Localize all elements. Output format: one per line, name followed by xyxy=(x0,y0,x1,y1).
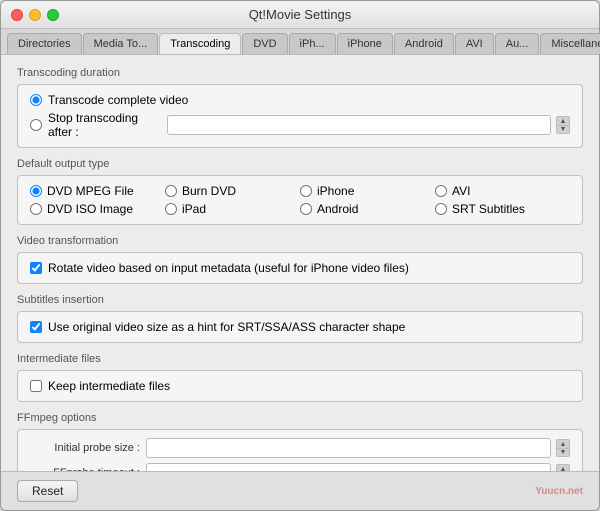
section-label-video-transform: Video transformation xyxy=(17,235,583,247)
tab-transcoding[interactable]: Transcoding xyxy=(159,33,241,54)
tab-dvd[interactable]: DVD xyxy=(242,33,287,54)
duration-box: Transcode complete video Stop transcodin… xyxy=(17,84,583,148)
rotate-video-row: Rotate video based on input metadata (us… xyxy=(30,261,570,275)
transcode-complete-radio[interactable] xyxy=(30,94,42,106)
radio-dvd-mpeg[interactable] xyxy=(30,185,42,197)
subtitles-hint-checkbox[interactable] xyxy=(30,321,42,333)
rotate-video-label: Rotate video based on input metadata (us… xyxy=(48,261,409,275)
ffprobe-timeout-input[interactable]: 40 seconds xyxy=(146,463,551,471)
section-label-intermediate: Intermediate files xyxy=(17,353,583,365)
content-area: Transcoding duration Transcode complete … xyxy=(1,55,599,471)
stop-spinbox: ▲ ▼ xyxy=(556,116,570,134)
output-dvd-iso: DVD ISO Image xyxy=(30,202,165,216)
output-iphone: iPhone xyxy=(300,184,435,198)
output-srt: SRT Subtitles xyxy=(435,202,570,216)
minimize-button[interactable] xyxy=(29,9,41,21)
radio-burn-dvd[interactable] xyxy=(165,185,177,197)
radio-ipad[interactable] xyxy=(165,203,177,215)
ffprobe-timeout-row: FFprobe timeout : 40 seconds ▲ ▼ xyxy=(30,463,570,471)
timeout-spin-up[interactable]: ▲ xyxy=(556,464,570,471)
output-grid: DVD MPEG File Burn DVD iPhone AVI xyxy=(30,184,570,216)
bottom-bar: Reset Yuucn.net xyxy=(1,471,599,510)
stop-spin-up[interactable]: ▲ xyxy=(556,116,570,125)
probe-size-input[interactable]: 200 seconds xyxy=(146,438,551,458)
tab-misc[interactable]: Miscellaneous xyxy=(540,33,600,54)
stop-after-radio[interactable] xyxy=(30,119,42,131)
output-dvd-mpeg: DVD MPEG File xyxy=(30,184,165,198)
probe-size-label: Initial probe size : xyxy=(30,442,140,454)
subtitles-hint-label: Use original video size as a hint for SR… xyxy=(48,320,405,334)
output-avi: AVI xyxy=(435,184,570,198)
radio-dvd-iso[interactable] xyxy=(30,203,42,215)
probe-spin-up[interactable]: ▲ xyxy=(556,439,570,448)
transcode-complete-row: Transcode complete video xyxy=(30,93,570,107)
radio-android[interactable] xyxy=(300,203,312,215)
close-button[interactable] xyxy=(11,9,23,21)
section-label-duration: Transcoding duration xyxy=(17,67,583,79)
tab-iph[interactable]: iPh... xyxy=(289,33,336,54)
keep-intermediate-row: Keep intermediate files xyxy=(30,379,570,393)
probe-spinbox: ▲ ▼ xyxy=(556,439,570,457)
keep-intermediate-label: Keep intermediate files xyxy=(48,379,170,393)
section-transcode-duration: Transcoding duration Transcode complete … xyxy=(17,67,583,148)
section-label-subtitles: Subtitles insertion xyxy=(17,294,583,306)
tab-au[interactable]: Au... xyxy=(495,33,540,54)
tab-iphone[interactable]: iPhone xyxy=(337,33,393,54)
label-srt: SRT Subtitles xyxy=(452,202,525,216)
section-label-output: Default output type xyxy=(17,158,583,170)
probe-spin-down[interactable]: ▼ xyxy=(556,448,570,457)
reset-button[interactable]: Reset xyxy=(17,480,78,502)
transcode-complete-label: Transcode complete video xyxy=(48,93,188,107)
section-subtitles: Subtitles insertion Use original video s… xyxy=(17,294,583,343)
window-controls xyxy=(11,9,59,21)
section-label-ffmpeg: FFmpeg options xyxy=(17,412,583,424)
section-output-type: Default output type DVD MPEG File Burn D… xyxy=(17,158,583,225)
label-iphone: iPhone xyxy=(317,184,354,198)
label-ipad: iPad xyxy=(182,202,206,216)
timeout-spinbox: ▲ ▼ xyxy=(556,464,570,471)
output-burn-dvd: Burn DVD xyxy=(165,184,300,198)
label-dvd-mpeg: DVD MPEG File xyxy=(47,184,134,198)
section-ffmpeg: FFmpeg options Initial probe size : 200 … xyxy=(17,412,583,471)
watermark-text: Yuucn.net xyxy=(535,486,583,497)
subtitles-hint-row: Use original video size as a hint for SR… xyxy=(30,320,570,334)
section-video-transform: Video transformation Rotate video based … xyxy=(17,235,583,284)
stop-spin-down[interactable]: ▼ xyxy=(556,125,570,134)
stop-after-label: Stop transcoding after : xyxy=(48,111,161,139)
tab-avi[interactable]: AVI xyxy=(455,33,494,54)
label-dvd-iso: DVD ISO Image xyxy=(47,202,133,216)
label-burn-dvd: Burn DVD xyxy=(182,184,236,198)
stop-after-row: Stop transcoding after : 0 seconds ▲ ▼ xyxy=(30,111,570,139)
tab-media[interactable]: Media To... xyxy=(83,33,159,54)
radio-avi[interactable] xyxy=(435,185,447,197)
output-box: DVD MPEG File Burn DVD iPhone AVI xyxy=(17,175,583,225)
tab-bar: Directories Media To... Transcoding DVD … xyxy=(1,29,599,55)
label-android: Android xyxy=(317,202,358,216)
tab-directories[interactable]: Directories xyxy=(7,33,82,54)
video-transform-box: Rotate video based on input metadata (us… xyxy=(17,252,583,284)
label-avi: AVI xyxy=(452,184,470,198)
output-android: Android xyxy=(300,202,435,216)
output-ipad: iPad xyxy=(165,202,300,216)
section-intermediate: Intermediate files Keep intermediate fil… xyxy=(17,353,583,402)
keep-intermediate-checkbox[interactable] xyxy=(30,380,42,392)
stop-after-input[interactable]: 0 seconds xyxy=(167,115,551,135)
window-title: Qt!Movie Settings xyxy=(249,7,352,22)
radio-iphone[interactable] xyxy=(300,185,312,197)
probe-size-row: Initial probe size : 200 seconds ▲ ▼ xyxy=(30,438,570,458)
subtitles-box: Use original video size as a hint for SR… xyxy=(17,311,583,343)
rotate-video-checkbox[interactable] xyxy=(30,262,42,274)
tab-android[interactable]: Android xyxy=(394,33,454,54)
maximize-button[interactable] xyxy=(47,9,59,21)
titlebar: Qt!Movie Settings xyxy=(1,1,599,29)
ffmpeg-box: Initial probe size : 200 seconds ▲ ▼ FFp… xyxy=(17,429,583,471)
intermediate-box: Keep intermediate files xyxy=(17,370,583,402)
main-window: Qt!Movie Settings Directories Media To..… xyxy=(0,0,600,511)
radio-srt[interactable] xyxy=(435,203,447,215)
